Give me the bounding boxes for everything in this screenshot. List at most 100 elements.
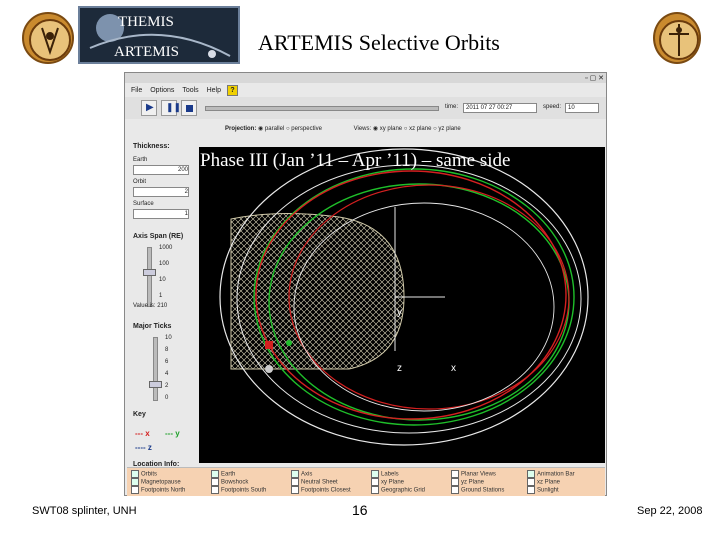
checkbox-neutral-sheet[interactable]: Neutral Sheet — [291, 478, 338, 486]
checkbox-label: Orbits — [141, 471, 158, 478]
checkbox-orbits[interactable]: Orbits — [131, 470, 157, 478]
checkbox-ground-stations[interactable]: Ground Stations — [451, 486, 504, 494]
checkbox-label: xy Plane — [381, 479, 405, 486]
footer-date: Sep 22, 2008 — [637, 505, 703, 517]
window-controls[interactable]: ▫ ▢ ✕ — [585, 74, 604, 82]
axis-span-slider[interactable] — [147, 247, 152, 307]
thickness-orbit-input[interactable]: 2 — [133, 187, 189, 197]
play-icon: ▶ — [146, 102, 154, 113]
major-ticks-tick: 0 — [165, 395, 169, 401]
spacecraft-marker — [286, 340, 292, 346]
checkbox-earth[interactable]: Earth — [211, 470, 235, 478]
time-slider[interactable] — [205, 106, 439, 111]
checkbox-axis[interactable]: Axis — [291, 470, 312, 478]
view-xz-radio[interactable]: ○ xz plane — [404, 126, 432, 132]
checkbox-yz-plane[interactable]: yz Plane — [451, 478, 484, 486]
axis-span-tick: 1 — [159, 293, 163, 299]
check-icon — [131, 486, 139, 494]
check-icon — [131, 470, 139, 478]
axis-label-z: z — [397, 363, 402, 374]
major-ticks-slider[interactable] — [153, 337, 158, 401]
speed-input[interactable]: 10 — [565, 103, 599, 113]
checkbox-label: Earth — [221, 471, 236, 478]
checkbox-label: Animation Bar — [537, 471, 575, 478]
view-yz-radio[interactable]: ○ yz plane — [433, 126, 461, 132]
thickness-orbit-label: Orbit — [133, 179, 147, 185]
menu-tools[interactable]: Tools — [182, 87, 198, 94]
check-icon — [371, 470, 379, 478]
major-ticks-tick: 6 — [165, 359, 169, 365]
checkbox-label: Footpoints North — [141, 487, 186, 494]
checkbox-animation-bar[interactable]: Animation Bar — [527, 470, 575, 478]
check-icon — [131, 478, 139, 486]
check-icon — [371, 478, 379, 486]
orbit-3d-canvas[interactable]: y x z — [199, 147, 605, 463]
play-button[interactable]: ▶ — [141, 100, 157, 116]
axis-span-slider-thumb[interactable] — [143, 269, 156, 276]
check-icon — [451, 478, 459, 486]
projection-views-row: Projection: ◉ parallel ○ perspective Vie… — [225, 125, 461, 132]
checkbox-label: Footpoints Closest — [301, 487, 351, 494]
checkbox-xy-plane[interactable]: xy Plane — [371, 478, 404, 486]
pause-icon: ❚❚ — [166, 102, 182, 112]
pause-button[interactable]: ❚❚ — [161, 100, 181, 116]
key-x: --- x — [135, 429, 150, 438]
time-input[interactable]: 2011 07 27 00:27 — [463, 103, 537, 113]
checkbox-planar-views[interactable]: Planar Views — [451, 470, 496, 478]
thickness-earth-input[interactable]: 200 — [133, 165, 189, 175]
checkbox-xz-plane[interactable]: xz Plane — [527, 478, 560, 486]
animation-toolbar: ▶ ❚❚ time: 2011 07 27 00:27 speed: 10 — [125, 97, 606, 119]
speed-label: speed: — [543, 104, 562, 110]
stop-button[interactable] — [181, 100, 197, 116]
check-icon — [451, 470, 459, 478]
check-icon — [211, 478, 219, 486]
checkbox-footpoints-closest[interactable]: Footpoints Closest — [291, 486, 351, 494]
moon-marker — [265, 341, 273, 349]
thickness-surface-input[interactable]: 1 — [133, 209, 189, 219]
projection-parallel-label: parallel — [264, 126, 285, 132]
time-label: time: — [445, 104, 459, 110]
thickness-earth-label: Earth — [133, 157, 148, 163]
checkbox-magnetopause[interactable]: Magnetopause — [131, 478, 181, 486]
axis-label-y: y — [397, 307, 402, 318]
check-icon — [527, 470, 535, 478]
menu-help[interactable]: Help — [207, 87, 221, 94]
window-titlebar[interactable]: ▫ ▢ ✕ — [125, 73, 606, 83]
projection-parallel-radio[interactable]: ◉ parallel — [258, 126, 284, 132]
checkbox-footpoints-north[interactable]: Footpoints North — [131, 486, 185, 494]
checkbox-label: yz Plane — [461, 479, 485, 486]
menu-options[interactable]: Options — [150, 87, 174, 94]
checkbox-sunlight[interactable]: Sunlight — [527, 486, 559, 494]
check-icon — [211, 470, 219, 478]
projection-perspective-radio[interactable]: ○ perspective — [286, 126, 322, 132]
checkbox-label: Ground Stations — [461, 487, 505, 494]
banner-themis-text: THEMIS — [118, 14, 174, 30]
projection-label: Projection: — [225, 126, 257, 132]
checkbox-label: Sunlight — [537, 487, 559, 494]
checkbox-label: Bowshock — [221, 479, 249, 486]
checkbox-footpoints-south[interactable]: Footpoints South — [211, 486, 266, 494]
check-icon — [211, 486, 219, 494]
banner-artemis-text: ARTEMIS — [114, 44, 179, 60]
thickness-label: Thickness: — [133, 143, 170, 150]
checkbox-label: Axis — [301, 471, 313, 478]
location-info-checkbox-grid: Orbits Magnetopause Footpoints North Ear… — [127, 467, 605, 496]
key-label: Key — [133, 411, 146, 418]
page-number: 16 — [352, 502, 368, 518]
check-icon — [527, 486, 535, 494]
footer-event: SWT08 splinter, UNH — [32, 505, 137, 517]
check-icon — [291, 478, 299, 486]
menu-file[interactable]: File — [131, 87, 142, 94]
view-xz-label: xz plane — [409, 126, 432, 132]
major-ticks-tick: 8 — [165, 347, 169, 353]
checkbox-bowshock[interactable]: Bowshock — [211, 478, 248, 486]
checkbox-labels[interactable]: Labels — [371, 470, 399, 478]
view-xy-radio[interactable]: ◉ xy plane — [373, 126, 402, 132]
help-icon[interactable]: ? — [226, 85, 238, 96]
checkbox-geographic-grid[interactable]: Geographic Grid — [371, 486, 425, 494]
major-ticks-slider-thumb[interactable] — [149, 381, 162, 388]
check-icon — [291, 470, 299, 478]
themis-logo — [22, 12, 74, 64]
thickness-surface-label: Surface — [133, 201, 154, 207]
earth-marker — [265, 365, 273, 373]
